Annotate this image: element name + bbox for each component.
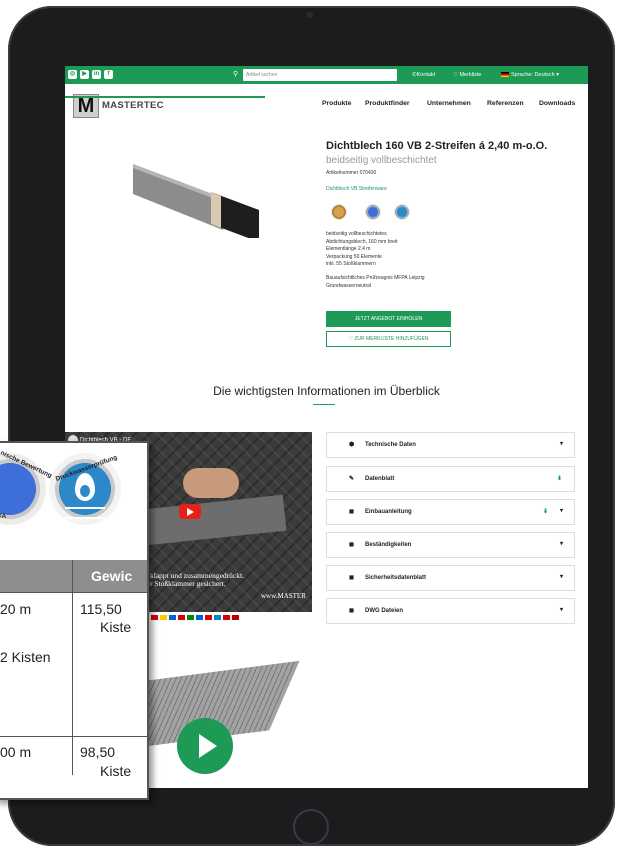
row2-length: 00 m <box>0 744 32 760</box>
request-offer-button[interactable]: JETZT ANGEBOT EINHOLEN <box>326 311 451 327</box>
folder-icon: ◼ <box>349 575 354 581</box>
youtube-play-icon[interactable] <box>179 504 201 519</box>
accordion-datenblatt[interactable]: ✎ Datenblatt ⬇ <box>326 466 575 492</box>
row-divider <box>0 592 147 593</box>
nav-unternehmen[interactable]: Unternehmen <box>427 100 471 107</box>
logo-text: MASTERTEC <box>102 100 164 111</box>
add-to-wishlist-button[interactable]: ♡ ZUR MERKLISTE HINZUFÜGEN <box>326 331 451 347</box>
row-divider <box>0 736 147 737</box>
zoom-detail-card: nische Bewertung TA Druckwasserprüfung G… <box>0 441 149 800</box>
cert1-sub: TA <box>0 513 7 520</box>
youtube-icon[interactable]: ▶ <box>80 70 89 79</box>
video-watermark: www.MASTER <box>261 592 306 600</box>
instagram-icon[interactable]: ◎ <box>68 70 77 79</box>
language-select[interactable]: Sprache: Deutsch ▾ <box>501 66 559 84</box>
section-title: Die wichtigsten Informationen im Überbli… <box>213 384 440 398</box>
waves-icon <box>65 507 105 519</box>
accordion-technische-daten[interactable]: ⬢ Technische Daten ▾ <box>326 432 575 458</box>
document-icon: ✎ <box>349 476 355 482</box>
video-hand <box>183 468 239 498</box>
folder-icon: ◼ <box>349 542 354 548</box>
water-drop-inner <box>80 485 90 497</box>
nav-produktfinder[interactable]: Produktfinder <box>365 100 410 107</box>
row2-unit: Kiste <box>100 763 132 779</box>
row2-weight: 98,50 <box>80 744 116 760</box>
merkliste-link[interactable]: ♡ Merkliste <box>453 66 481 84</box>
language-flags[interactable] <box>151 607 241 625</box>
article-number: Artikelnummer 070430 <box>326 170 377 176</box>
chevron-down-icon: ▾ <box>559 508 563 514</box>
product-image <box>133 164 259 238</box>
download-icon[interactable]: ⬇ <box>557 467 562 492</box>
search-input[interactable]: ⚲ Artikel suchen <box>233 69 397 81</box>
download-icon[interactable]: ⬇ <box>543 500 548 525</box>
certification-badge-icon <box>365 204 381 220</box>
row1-weight: 115,50 <box>80 601 122 617</box>
product-title: Dichtblech 160 VB 2-Streifen á 2,40 m-o.… <box>326 140 548 152</box>
section-underline <box>313 404 335 405</box>
row1-length: 20 m <box>0 601 32 617</box>
product-category-link[interactable]: Dichtblech VB Streifenware <box>326 186 387 192</box>
product-description: beidseitig vollbeschichtetes Abdichtungs… <box>326 231 425 289</box>
bronze-badge-icon <box>331 204 347 220</box>
info-icon: ⬢ <box>349 442 355 448</box>
top-bar: ◎ ▶ in f ⚲ Artikel suchen ✆Kontakt ♡ Mer… <box>65 66 588 84</box>
accordion-bestaendigkeiten[interactable]: ◼ Beständigkeiten ▾ <box>326 532 575 558</box>
linkedin-icon[interactable]: in <box>92 70 101 79</box>
logo-underline <box>65 96 265 98</box>
kontakt-link[interactable]: ✆Kontakt <box>412 66 435 84</box>
chevron-down-icon: ▾ <box>559 441 563 447</box>
chevron-down-icon: ▾ <box>559 607 563 613</box>
nav-referenzen[interactable]: Referenzen <box>487 100 524 107</box>
video-caption: klappt und zusammengedrückt. r Stoßklamme… <box>150 571 244 588</box>
nav-produkte[interactable]: Produkte <box>322 100 351 107</box>
facebook-icon[interactable]: f <box>104 70 113 79</box>
home-button[interactable] <box>293 809 329 845</box>
accordion-sicherheitsdatenblatt[interactable]: ◼ Sicherheitsdatenblatt ▾ <box>326 565 575 591</box>
pressure-water-badge-icon <box>394 204 410 220</box>
search-icon: ⚲ <box>233 71 239 78</box>
camera-dot <box>307 12 313 18</box>
nav-downloads[interactable]: Downloads <box>539 100 575 107</box>
weight-column-header: Gewic <box>91 568 133 584</box>
chevron-down-icon: ▾ <box>559 574 563 580</box>
chevron-down-icon: ▾ <box>559 541 563 547</box>
product-subtitle: beidseitig vollbeschichtet <box>326 155 437 166</box>
accordion-einbauanleitung[interactable]: ◼ Einbauanleitung ⬇ ▾ <box>326 499 575 525</box>
search-placeholder: Artikel suchen <box>246 72 278 78</box>
play-icon[interactable] <box>177 718 233 774</box>
folder-icon: ◼ <box>349 608 354 614</box>
row1-kisten: 2 Kisten <box>0 649 51 665</box>
row1-unit: Kiste <box>100 619 132 635</box>
accordion-dwg-dateien[interactable]: ◼ DWG Dateien ▾ <box>326 598 575 624</box>
german-flag-icon <box>501 72 509 78</box>
folder-icon: ◼ <box>349 509 354 515</box>
